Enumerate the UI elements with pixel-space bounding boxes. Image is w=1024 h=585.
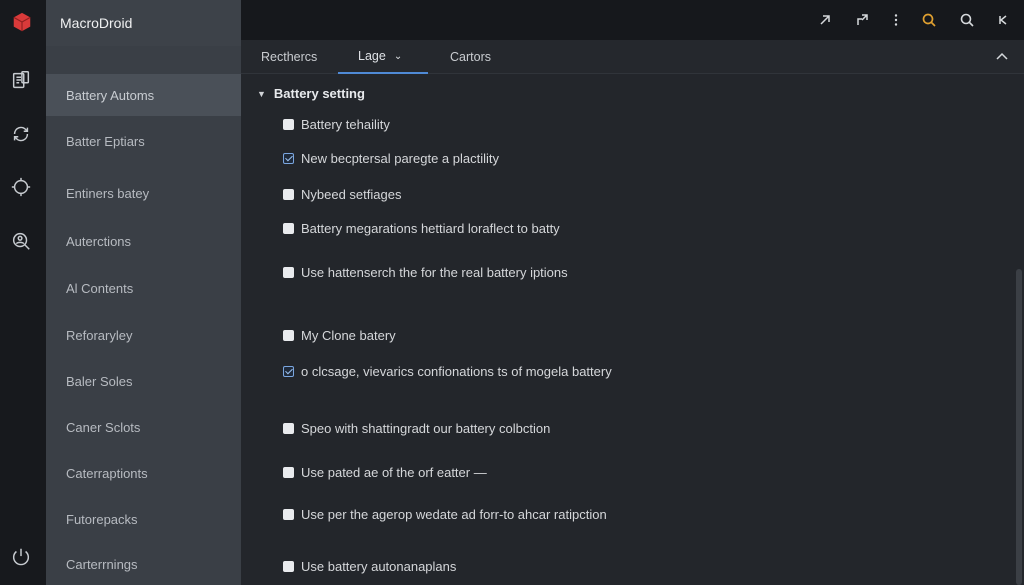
sidebar-item-label: Carterrnings	[66, 556, 138, 572]
tab-recthercs[interactable]: Recthercs	[261, 40, 317, 74]
app-title: MacroDroid	[60, 15, 133, 31]
sidebar-item-label: Futorepacks	[66, 511, 138, 527]
expand-triangle-icon: ▼	[257, 88, 266, 99]
option-row[interactable]: o clcsage, vievarics confionations ts of…	[283, 364, 612, 379]
close-icon[interactable]	[993, 10, 1013, 30]
option-label: Battery megarations hettiard loraflect t…	[301, 221, 560, 236]
settings-panel: ▼ Battery setting Battery tehaility New …	[241, 74, 1024, 585]
app-logo-icon[interactable]	[10, 10, 34, 34]
share-icon[interactable]	[852, 10, 872, 30]
option-row[interactable]: Use pated ae of the orf eatter —	[283, 465, 487, 480]
option-label: Use battery autonanaplans	[301, 559, 457, 574]
sidebar-item-label: Al Contents	[66, 280, 134, 296]
option-row[interactable]: Use hattenserch the for the real battery…	[283, 265, 568, 280]
sidebar-item-label: Auterctions	[66, 233, 132, 249]
sidebar-item-label: Batter Eptiars	[66, 133, 145, 149]
sidebar-item-al-contents[interactable]: Al Contents	[46, 267, 241, 309]
option-row[interactable]: Use battery autonanaplans	[283, 559, 456, 574]
sidebar-item-caterraptionts[interactable]: Caterraptionts	[46, 452, 241, 494]
option-label: Use hattenserch the for the real battery…	[301, 265, 568, 280]
option-label: Speo with shattingradt our battery colbc…	[301, 421, 551, 436]
tab-label: Recthercs	[261, 50, 318, 64]
search-highlight-icon[interactable]	[919, 10, 939, 30]
top-toolbar	[241, 0, 1024, 40]
section-title: Battery setting	[273, 86, 365, 101]
sidebar-item-auterctions[interactable]: Auterctions	[46, 220, 241, 262]
more-vertical-icon[interactable]	[886, 10, 906, 30]
tab-lage[interactable]: Lage ⌄	[338, 40, 428, 74]
checkbox[interactable]	[283, 267, 294, 278]
sidebar-item-label: Baler Soles	[66, 373, 133, 389]
checkbox[interactable]	[283, 330, 294, 341]
icon-rail	[0, 0, 46, 585]
tab-bar: Recthercs Lage ⌄ Cartors	[241, 40, 1024, 74]
search-user-icon[interactable]	[9, 229, 33, 253]
sidebar-item-label: Caterraptionts	[66, 465, 148, 481]
sidebar-item-baler-soles[interactable]: Baler Soles	[46, 360, 241, 402]
checkbox[interactable]	[283, 366, 294, 377]
tab-label: Lage	[358, 49, 386, 63]
checkbox[interactable]	[283, 423, 294, 434]
power-icon[interactable]	[9, 545, 33, 569]
refresh-icon[interactable]	[9, 175, 33, 199]
option-row[interactable]: Speo with shattingradt our battery colbc…	[283, 421, 550, 436]
option-row[interactable]: Battery megarations hettiard loraflect t…	[283, 221, 560, 236]
scrollbar[interactable]	[1016, 269, 1022, 585]
chevron-up-icon[interactable]	[994, 49, 1010, 65]
option-row[interactable]: New becptersal paregte a plactility	[283, 151, 499, 166]
option-label: Battery tehaility	[301, 117, 390, 132]
option-label: Use pated ae of the orf eatter —	[301, 465, 487, 480]
checkbox[interactable]	[283, 509, 294, 520]
option-row[interactable]: My Clone batery	[283, 328, 396, 343]
tab-cartors[interactable]: Cartors	[450, 40, 491, 74]
option-label: Use per the agerор wedate ad forr-to ahc…	[301, 507, 607, 522]
sidebar-item-batter-eptiars[interactable]: Batter Eptiars	[46, 120, 241, 162]
option-row[interactable]: Nybeed setfiages	[283, 187, 401, 202]
search-icon[interactable]	[957, 10, 977, 30]
option-label: o clcsage, vievarics confionations ts of…	[301, 364, 612, 379]
checkbox[interactable]	[283, 561, 294, 572]
sidebar-item-futorepacks[interactable]: Futorepacks	[46, 498, 241, 540]
checkbox[interactable]	[283, 467, 294, 478]
sidebar-item-entiners-batey[interactable]: Entiners batey	[46, 172, 241, 214]
checkbox[interactable]	[283, 119, 294, 130]
sidebar: MacroDroid Battery Automs Batter Eptiars…	[46, 0, 241, 585]
sidebar-item-carterrnings[interactable]: Carterrnings	[46, 543, 241, 585]
tab-label: Cartors	[450, 50, 491, 64]
sidebar-item-label: Reforaryley	[66, 327, 133, 343]
sidebar-item-label: Caner Sclots	[66, 419, 141, 435]
option-row[interactable]: Battery tehaility	[283, 117, 390, 132]
sidebar-item-battery-automs[interactable]: Battery Automs	[46, 74, 241, 116]
option-label: Nybeed setfiages	[301, 187, 402, 202]
option-label: New becptersal paregte a plactility	[301, 151, 499, 166]
checkbox[interactable]	[283, 189, 294, 200]
checkbox[interactable]	[283, 223, 294, 234]
section-header[interactable]: ▼ Battery setting	[257, 86, 365, 101]
chevron-down-icon: ⌄	[393, 50, 403, 62]
app-window: MacroDroid Battery Automs Batter Eptiars…	[0, 0, 1024, 585]
sidebar-item-label: Entiners batey	[66, 185, 150, 201]
sidebar-item-reforaryley[interactable]: Reforaryley	[46, 314, 241, 356]
sidebar-item-caner-sclots[interactable]: Caner Sclots	[46, 406, 241, 448]
option-label: My Clone batery	[301, 328, 396, 343]
sync-icon[interactable]	[9, 122, 33, 146]
sidebar-item-label: Battery Automs	[66, 87, 155, 103]
option-row[interactable]: Use per the agerор wedate ad forr-to ahc…	[283, 507, 607, 522]
checkbox[interactable]	[283, 153, 294, 164]
devices-icon[interactable]	[9, 68, 33, 92]
arrow-up-right-icon[interactable]	[815, 10, 835, 30]
